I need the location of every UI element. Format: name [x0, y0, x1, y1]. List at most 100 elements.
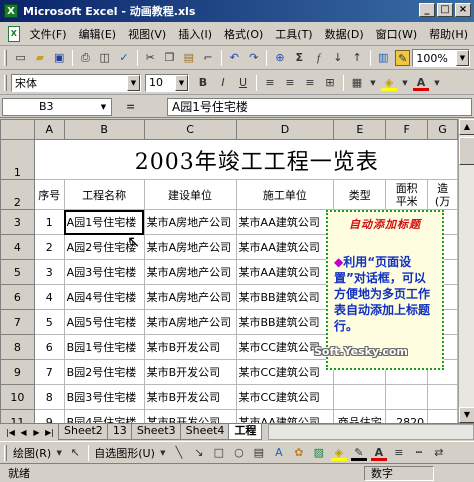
print-preview-icon[interactable]: ◫	[97, 50, 112, 66]
sort-ascending-icon[interactable]: ↓	[330, 50, 345, 66]
underline-button[interactable]: U	[235, 75, 251, 91]
column-header[interactable]: B	[63, 119, 145, 140]
autoshapes-menu[interactable]: 自选图形(U)	[92, 445, 157, 461]
tab-sheet4[interactable]: Sheet4	[179, 424, 231, 440]
seq-cell[interactable]: 5	[33, 309, 65, 335]
header-cell[interactable]: 工程名称	[63, 179, 145, 210]
menu-data[interactable]: 数据(D)	[319, 26, 370, 42]
chevron-down-icon[interactable]: ▼	[55, 445, 63, 461]
row-header[interactable]: 7	[0, 309, 35, 335]
italic-button[interactable]: I	[215, 75, 231, 91]
textbox-icon[interactable]: ▤	[251, 445, 267, 461]
scroll-down-button[interactable]: ▼	[459, 407, 474, 423]
prev-tab-icon[interactable]: ◀	[17, 428, 30, 437]
menu-view[interactable]: 视图(V)	[122, 26, 172, 42]
column-header[interactable]: F	[385, 119, 429, 140]
chart-wizard-icon[interactable]: ▥	[376, 50, 391, 66]
empty-cell[interactable]	[427, 409, 458, 423]
tab-13[interactable]: 13	[106, 424, 133, 440]
close-button[interactable]: ×	[455, 3, 471, 17]
workbook-icon[interactable]: X	[8, 25, 20, 42]
insert-hyperlink-icon[interactable]: ⊕	[272, 50, 287, 66]
row-header[interactable]: 9	[0, 359, 35, 385]
formula-input[interactable]: A园1号住宅楼	[167, 97, 472, 116]
print-icon[interactable]: ⎙	[78, 50, 93, 66]
tab-gongcheng[interactable]: 工程	[228, 424, 263, 440]
cut-icon[interactable]: ✂	[143, 50, 158, 66]
chevron-down-icon[interactable]: ▼	[369, 75, 377, 91]
sheet-title-cell[interactable]: 2003年竣工工程一览表	[33, 139, 458, 180]
row-header[interactable]: 8	[0, 334, 35, 360]
wordart-icon[interactable]: A	[271, 445, 287, 461]
vertical-scrollbar[interactable]: ▲ ▼	[458, 119, 474, 423]
builder-cell[interactable]: 某市CC建筑公司	[235, 384, 335, 410]
tab-sheet2[interactable]: Sheet2	[58, 424, 109, 440]
seq-cell[interactable]: 4	[33, 284, 65, 310]
seq-cell[interactable]: 7	[33, 359, 65, 385]
client-cell[interactable]: 某市B开发公司	[143, 334, 237, 360]
chevron-down-icon[interactable]: ▼	[433, 75, 441, 91]
client-cell[interactable]: 某市A房地产公司	[143, 209, 237, 235]
redo-icon[interactable]: ↷	[246, 50, 261, 66]
font-size-select[interactable]: 10 ▼	[145, 73, 189, 92]
builder-cell[interactable]: 某市AA建筑公司	[235, 409, 335, 423]
font-color-icon[interactable]: A	[370, 445, 387, 461]
seq-cell[interactable]: 6	[33, 334, 65, 360]
row-header[interactable]: 3	[0, 209, 35, 235]
menu-window[interactable]: 窗口(W)	[370, 26, 423, 42]
toolbar-grip[interactable]	[4, 74, 7, 91]
menu-edit[interactable]: 编辑(E)	[73, 26, 123, 42]
bold-button[interactable]: B	[195, 75, 211, 91]
client-cell[interactable]: 某市B开发公司	[143, 384, 237, 410]
dash-style-icon[interactable]: ┅	[411, 445, 427, 461]
row-header[interactable]: 5	[0, 259, 35, 285]
arrow-style-icon[interactable]: ⇄	[431, 445, 447, 461]
row-header[interactable]: 2	[0, 179, 35, 210]
new-icon[interactable]: ▭	[13, 50, 28, 66]
client-cell[interactable]: 某市B开发公司	[143, 359, 237, 385]
chevron-down-icon[interactable]: ▼	[455, 50, 469, 66]
tab-sheet3[interactable]: Sheet3	[130, 424, 182, 440]
oval-icon[interactable]: ○	[231, 445, 247, 461]
builder-cell[interactable]: 某市CC建筑公司	[235, 359, 335, 385]
header-cell[interactable]: 面积 平米	[385, 179, 429, 210]
row-header[interactable]: 6	[0, 284, 35, 310]
scroll-thumb[interactable]	[459, 137, 474, 165]
spelling-icon[interactable]: ✓	[116, 50, 131, 66]
align-right-icon[interactable]: ≡	[302, 75, 318, 91]
client-cell[interactable]: 某市A房地产公司	[143, 259, 237, 285]
zoom-select[interactable]: 100% ▼	[412, 49, 470, 67]
empty-cell[interactable]	[427, 384, 458, 410]
name-cell[interactable]: A园4号住宅楼	[63, 284, 145, 310]
client-cell[interactable]: 某市B开发公司	[143, 409, 237, 423]
row-header[interactable]: 10	[0, 384, 35, 410]
name-box[interactable]: B3 ▼	[2, 97, 112, 116]
chevron-down-icon[interactable]: ▼	[175, 74, 188, 91]
toolbar-grip[interactable]	[4, 444, 7, 461]
area-cell[interactable]: 2820	[385, 409, 429, 423]
column-header[interactable]: A	[33, 119, 65, 140]
header-cell[interactable]: 类型	[333, 179, 387, 210]
undo-icon[interactable]: ↶	[227, 50, 242, 66]
scroll-up-button[interactable]: ▲	[459, 119, 474, 135]
font-select[interactable]: 宋体 ▼	[11, 73, 141, 92]
column-header[interactable]: D	[235, 119, 335, 140]
name-cell[interactable]: B园4号住宅楼	[63, 409, 145, 423]
name-cell[interactable]: B园3号住宅楼	[63, 384, 145, 410]
menu-file[interactable]: 文件(F)	[24, 26, 73, 42]
open-folder-icon[interactable]: ▰	[32, 50, 47, 66]
row-header[interactable]: 11	[0, 409, 35, 423]
name-cell[interactable]: A园3号住宅楼	[63, 259, 145, 285]
name-cell[interactable]: B园2号住宅楼	[63, 359, 145, 385]
chevron-down-icon[interactable]: ▼	[401, 75, 409, 91]
builder-cell[interactable]: 某市AA建筑公司	[235, 259, 335, 285]
type-cell[interactable]: 商品住宅	[333, 409, 387, 423]
seq-cell[interactable]: 8	[33, 384, 65, 410]
picture-icon[interactable]: ▨	[311, 445, 327, 461]
chevron-down-icon[interactable]: ▼	[127, 74, 140, 91]
draw-menu[interactable]: 绘图(R)	[11, 445, 53, 461]
header-cell[interactable]: 施工单位	[235, 179, 335, 210]
font-color-icon[interactable]: A	[413, 75, 429, 91]
line-style-icon[interactable]: ≡	[391, 445, 407, 461]
name-cell[interactable]: B园1号住宅楼	[63, 334, 145, 360]
